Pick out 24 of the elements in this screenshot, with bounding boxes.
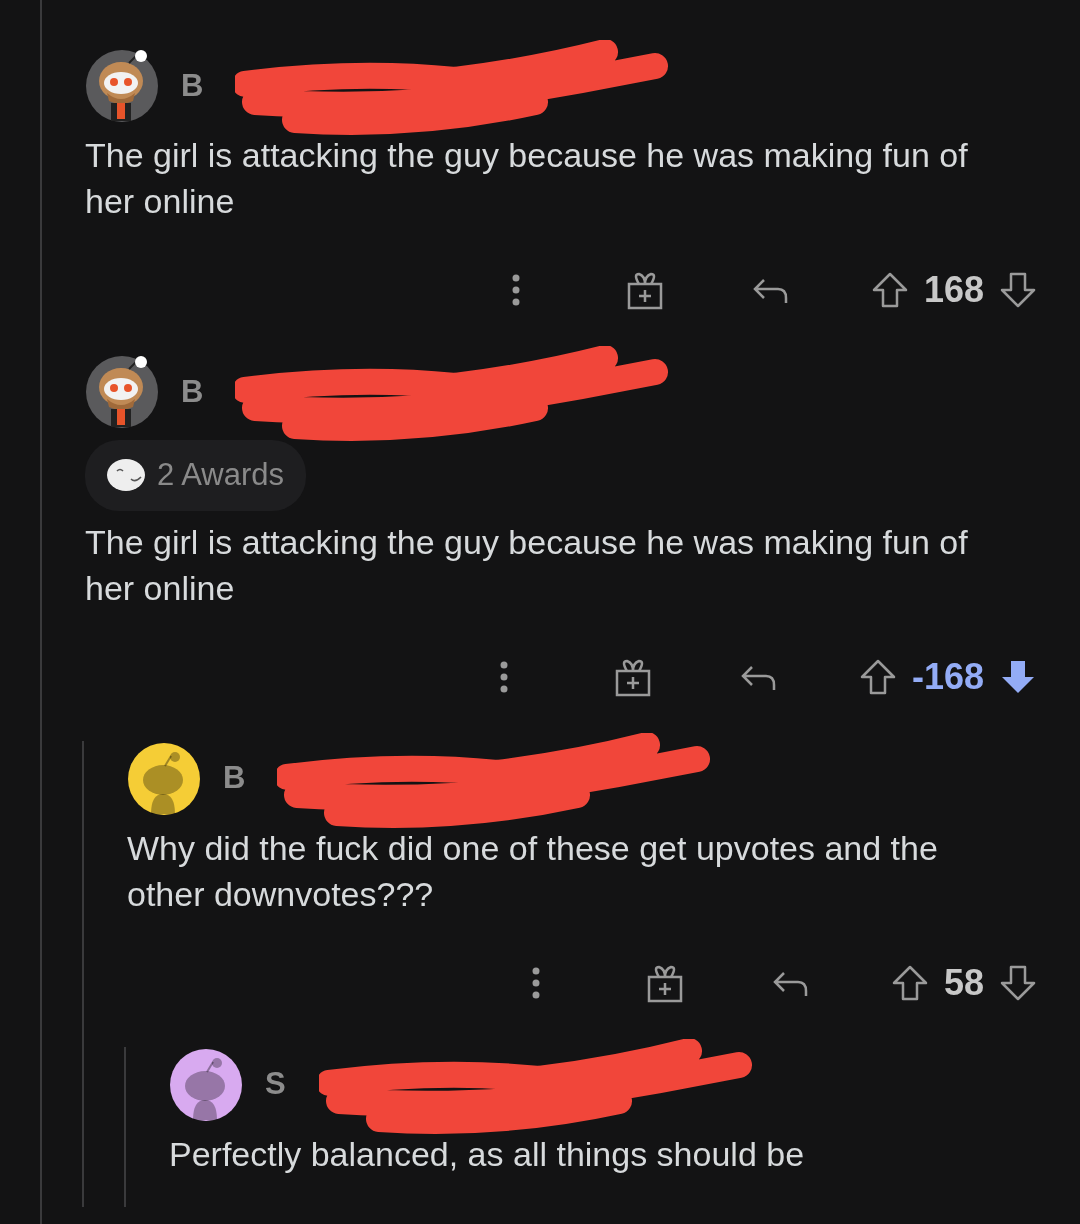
vote-score: -168	[911, 654, 984, 699]
comment-text: The girl is attacking the guy because he was making fun of her online	[85, 135, 969, 222]
awards-badge[interactable]: 2 Awards	[85, 440, 306, 511]
more-options-button[interactable]	[511, 274, 520, 306]
comment-text: Perfectly balanced, as all things should be	[169, 1133, 806, 1175]
downvote-icon	[998, 270, 1038, 310]
seal-icon	[105, 457, 147, 494]
more-icon	[499, 660, 508, 693]
comment-text: Why did the fuck did one of these get upvotes and the other downvotes???	[127, 827, 939, 915]
username[interactable]: B	[181, 62, 204, 110]
downvote-button[interactable]	[998, 270, 1038, 310]
username[interactable]: B	[181, 368, 204, 416]
more-icon	[531, 966, 540, 999]
vote-score: 58	[943, 960, 984, 1005]
comment-text: The girl is attacking the guy because he was making fun of her online	[85, 521, 969, 609]
username[interactable]: B	[223, 755, 246, 802]
more-options-button[interactable]	[499, 660, 508, 693]
more-options-button[interactable]	[531, 966, 540, 999]
avatar-icon	[85, 355, 159, 429]
vote-score: 168	[923, 268, 984, 312]
more-icon	[511, 274, 520, 306]
awards-count: 2 Awards	[157, 456, 284, 494]
username[interactable]: S	[265, 1061, 286, 1108]
avatar-icon	[85, 49, 159, 123]
